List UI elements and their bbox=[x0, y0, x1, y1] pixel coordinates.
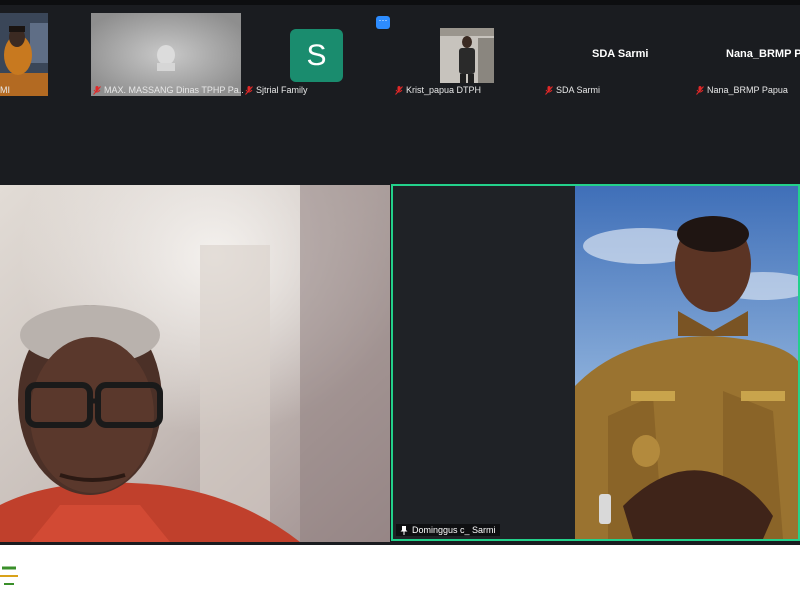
participant-name-bar-5: SDA Sarmi bbox=[545, 84, 685, 96]
pin-icon bbox=[400, 525, 408, 535]
participant-name-bar-4: Krist_papua DTPH bbox=[395, 84, 535, 96]
active-speaker-label: Dominggus c_ Sarmi bbox=[396, 524, 500, 536]
mic-muted-icon bbox=[93, 85, 101, 95]
participant-name-3: Sjtrial Family bbox=[256, 85, 308, 95]
main-video-left[interactable] bbox=[0, 185, 390, 542]
speaker-video-left bbox=[0, 185, 390, 542]
participant-tile-4[interactable] bbox=[440, 28, 494, 83]
logo-fragment-icon bbox=[0, 566, 18, 585]
participant-name-4: Krist_papua DTPH bbox=[406, 85, 482, 95]
participant-video-4 bbox=[440, 28, 494, 83]
mic-muted-icon bbox=[245, 85, 253, 95]
participant-name-6: Nana_BRMP Papua bbox=[707, 85, 788, 95]
active-speaker-name: Dominggus c_ Sarmi bbox=[412, 525, 496, 535]
participant-name-bar-2: MAX. MASSANG Dinas TPHP Pa... bbox=[93, 84, 243, 96]
participant-name-5: SDA Sarmi bbox=[556, 85, 601, 95]
participant-name-bar-3: Sjtrial Family bbox=[245, 84, 385, 96]
more-options-button[interactable]: ··· bbox=[376, 16, 390, 29]
top-bar bbox=[0, 0, 800, 5]
participant-display-name-6[interactable]: Nana_BRMP Pa bbox=[726, 48, 800, 60]
main-video-active-speaker[interactable]: Dominggus c_ Sarmi bbox=[391, 184, 800, 541]
participant-avatar-3[interactable]: S bbox=[290, 29, 343, 82]
mic-muted-icon bbox=[545, 85, 553, 95]
participant-name-bar-6: Nana_BRMP Papua bbox=[696, 84, 800, 96]
mic-muted-icon bbox=[395, 85, 403, 95]
speaker-video-right bbox=[393, 186, 798, 539]
participant-name-2: MAX. MASSANG Dinas TPHP Pa... bbox=[104, 85, 243, 95]
participant-name-bar-1: MI bbox=[0, 84, 46, 96]
participant-name-1: MI bbox=[0, 85, 10, 95]
avatar-letter: S bbox=[306, 38, 327, 72]
meeting-window: MI MAX. MASSANG Dinas TPHP Pa... S Sjtri… bbox=[0, 0, 800, 545]
mic-muted-icon bbox=[696, 85, 704, 95]
participant-display-name-5[interactable]: SDA Sarmi bbox=[592, 48, 648, 60]
page-footer bbox=[0, 545, 800, 600]
